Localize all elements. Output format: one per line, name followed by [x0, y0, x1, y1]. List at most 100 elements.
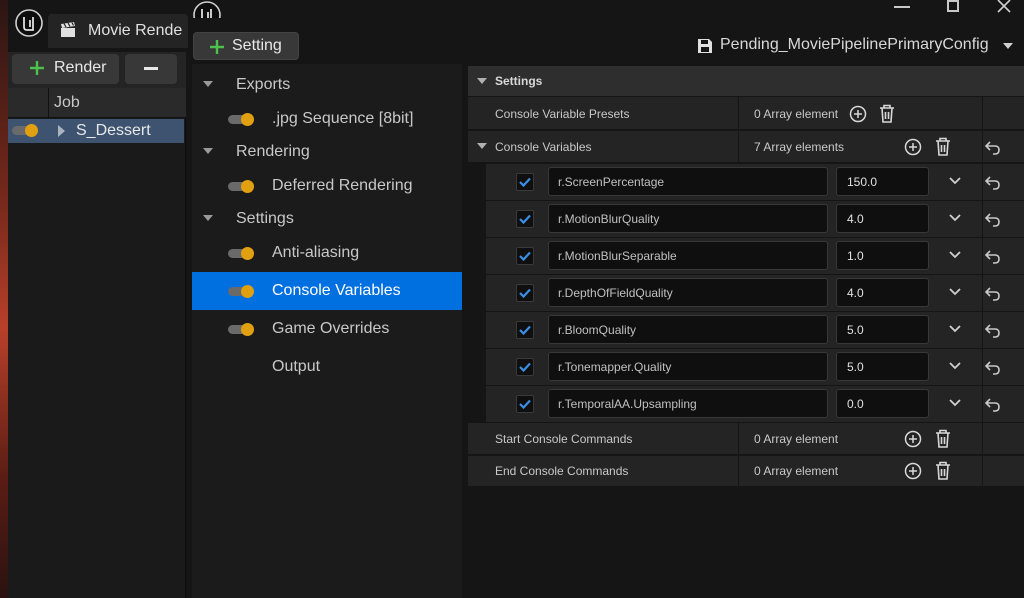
cvar-name-field[interactable]: r.Tonemapper.Quality — [548, 352, 828, 381]
chevron-down-icon[interactable] — [1003, 43, 1013, 49]
category-rendering[interactable]: Rendering — [192, 133, 462, 171]
setting-toggle[interactable] — [228, 180, 256, 193]
column-divider — [982, 423, 983, 454]
collapse-triangle-icon[interactable] — [203, 148, 213, 154]
setting-label: Output — [272, 358, 321, 375]
property-row-presets: Console Variable Presets 0 Array element — [468, 97, 1024, 130]
render-button[interactable]: Render — [12, 54, 119, 84]
column-divider — [48, 88, 49, 118]
checkbox-checked-icon[interactable] — [516, 247, 534, 265]
checkbox-checked-icon[interactable] — [516, 284, 534, 302]
reset-arrow-icon[interactable] — [984, 250, 1002, 264]
job-enable-toggle[interactable] — [12, 124, 40, 137]
collapse-triangle-icon[interactable] — [203, 215, 213, 221]
cvar-value-field[interactable]: 5.0 — [836, 315, 929, 344]
console-variable-row: r.ScreenPercentage 150.0 — [486, 164, 1024, 201]
job-row[interactable]: S_Dessert — [8, 119, 184, 143]
trash-icon[interactable] — [935, 137, 951, 156]
chevron-down-icon[interactable] — [948, 398, 962, 408]
remove-job-button[interactable] — [125, 54, 177, 84]
cvar-value-field[interactable]: 0.0 — [836, 389, 929, 418]
property-name: Console Variable Presets — [495, 107, 630, 121]
add-circle-icon[interactable] — [904, 138, 922, 156]
chevron-down-icon[interactable] — [948, 176, 962, 186]
add-circle-icon[interactable] — [904, 430, 922, 448]
unreal-logo-icon[interactable] — [192, 0, 222, 18]
add-circle-icon[interactable] — [849, 105, 867, 123]
preset-name[interactable]: Pending_MoviePipelinePrimaryConfig — [720, 36, 989, 54]
reset-arrow-icon[interactable] — [984, 213, 1002, 227]
expand-arrow-icon[interactable] — [58, 125, 65, 137]
setting-toggle[interactable] — [228, 113, 256, 126]
settings-section-header[interactable]: Settings — [468, 66, 1024, 96]
reset-arrow-icon[interactable] — [984, 141, 1002, 155]
unreal-logo-icon[interactable] — [14, 8, 44, 38]
setting-item-console-variables[interactable]: Console Variables — [192, 272, 462, 310]
trash-icon[interactable] — [935, 461, 951, 480]
save-icon[interactable] — [697, 38, 713, 54]
tab-movie-render-queue[interactable]: Movie Rende — [48, 14, 188, 48]
config-toolbar: Setting Pending_MoviePipelinePrimaryConf… — [188, 28, 1024, 64]
collapse-triangle-icon[interactable] — [477, 143, 487, 149]
setting-item-game-overrides[interactable]: Game Overrides — [192, 310, 462, 348]
category-settings[interactable]: Settings — [192, 200, 462, 238]
pipeline-config-window: Setting Pending_MoviePipelinePrimaryConf… — [188, 0, 1024, 598]
chevron-down-icon[interactable] — [948, 324, 962, 334]
setting-toggle[interactable] — [228, 323, 256, 336]
setting-item-output[interactable]: Output — [192, 348, 462, 386]
setting-toggle[interactable] — [228, 247, 256, 260]
chevron-down-icon[interactable] — [948, 287, 962, 297]
category-exports[interactable]: Exports — [192, 66, 462, 104]
cvar-name-field[interactable]: r.MotionBlurSeparable — [548, 241, 828, 270]
job-column-header[interactable]: Job — [8, 88, 186, 118]
reset-arrow-icon[interactable] — [984, 398, 1002, 412]
cvar-name-field[interactable]: r.DepthOfFieldQuality — [548, 278, 828, 307]
checkbox-checked-icon[interactable] — [516, 210, 534, 228]
cvar-name-field[interactable]: r.TemporalAA.Upsampling — [548, 389, 828, 418]
reset-arrow-icon[interactable] — [984, 176, 1002, 190]
queue-titlebar: Movie Rende — [8, 0, 188, 52]
cvar-name-field[interactable]: r.ScreenPercentage — [548, 167, 828, 196]
trash-icon[interactable] — [879, 104, 895, 123]
cvar-value-field[interactable]: 5.0 — [836, 352, 929, 381]
setting-label: Console Variables — [272, 282, 401, 299]
cvar-name-field[interactable]: r.BloomQuality — [548, 315, 828, 344]
checkbox-checked-icon[interactable] — [516, 358, 534, 376]
chevron-down-icon[interactable] — [948, 213, 962, 223]
console-variable-row: r.DepthOfFieldQuality 4.0 — [486, 275, 1024, 312]
reset-arrow-icon[interactable] — [984, 361, 1002, 375]
reset-arrow-icon[interactable] — [984, 324, 1002, 338]
collapse-triangle-icon[interactable] — [203, 81, 213, 87]
job-header-label: Job — [54, 94, 80, 111]
collapse-triangle-icon[interactable] — [477, 78, 487, 84]
window-maximize-icon[interactable] — [947, 0, 959, 12]
cvar-value-field[interactable]: 4.0 — [836, 278, 929, 307]
plus-icon — [208, 38, 226, 56]
trash-icon[interactable] — [935, 429, 951, 448]
setting-label: .jpg Sequence [8bit] — [272, 110, 414, 127]
cvar-name-field[interactable]: r.MotionBlurQuality — [548, 204, 828, 233]
window-close-icon[interactable] — [996, 0, 1012, 16]
movie-render-queue-window: Movie Rende Render Job S_Dessert — [8, 0, 188, 598]
checkbox-checked-icon[interactable] — [516, 395, 534, 413]
add-setting-button[interactable]: Setting — [193, 32, 299, 60]
array-count: 0 Array element — [754, 107, 839, 121]
reset-arrow-icon[interactable] — [984, 287, 1002, 301]
add-circle-icon[interactable] — [904, 462, 922, 480]
cvar-value: 4.0 — [847, 212, 864, 226]
cvar-value-field[interactable]: 150.0 — [836, 167, 929, 196]
background-viewport — [0, 0, 8, 598]
cvar-value-field[interactable]: 1.0 — [836, 241, 929, 270]
console-variable-row: r.TemporalAA.Upsampling 0.0 — [486, 386, 1024, 423]
chevron-down-icon[interactable] — [948, 250, 962, 260]
cvar-name: r.DepthOfFieldQuality — [558, 286, 673, 300]
checkbox-checked-icon[interactable] — [516, 173, 534, 191]
chevron-down-icon[interactable] — [948, 361, 962, 371]
window-minimize-icon[interactable] — [894, 6, 910, 8]
setting-item-anti-aliasing[interactable]: Anti-aliasing — [192, 234, 462, 272]
setting-toggle[interactable] — [228, 285, 256, 298]
cvar-value-field[interactable]: 4.0 — [836, 204, 929, 233]
plus-icon — [28, 59, 46, 77]
checkbox-checked-icon[interactable] — [516, 321, 534, 339]
add-setting-label: Setting — [232, 37, 282, 54]
